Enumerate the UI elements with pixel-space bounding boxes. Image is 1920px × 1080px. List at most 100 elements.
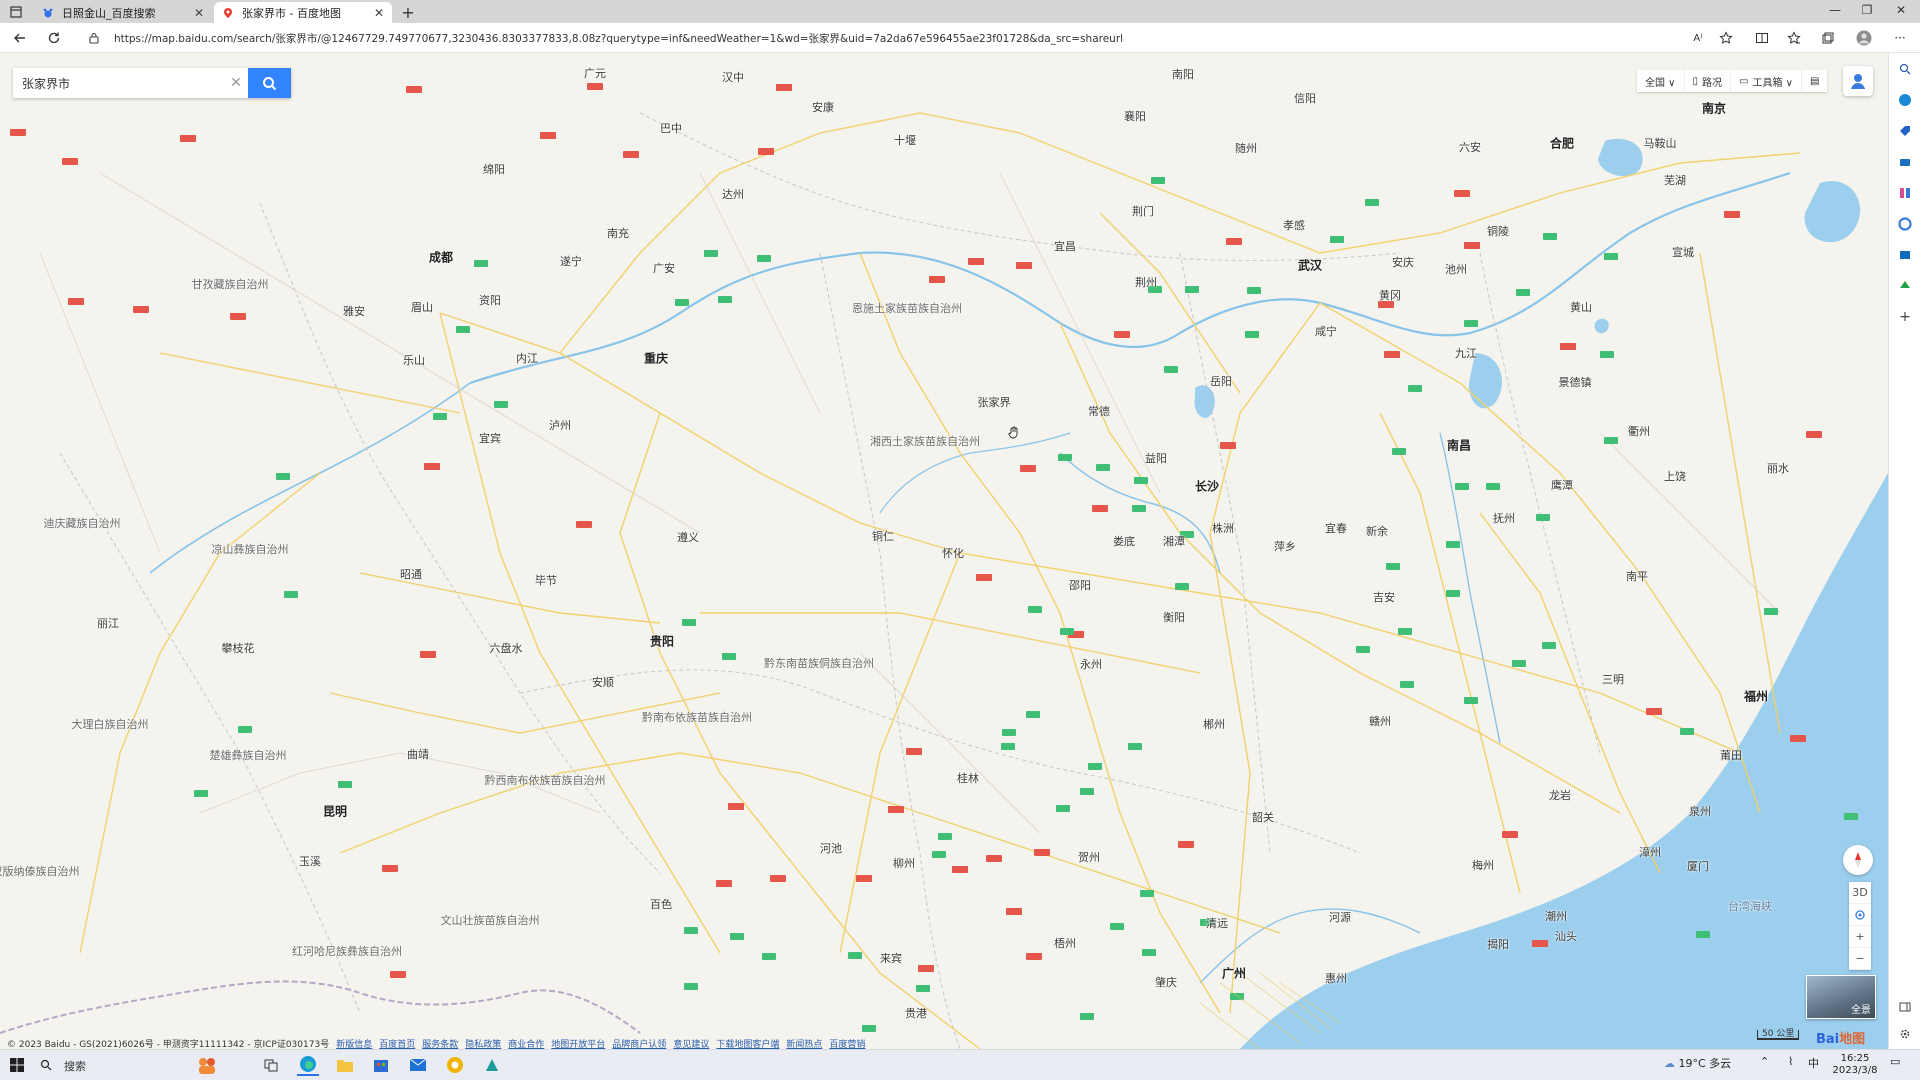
city-label[interactable]: 梅州: [1472, 857, 1494, 873]
city-label[interactable]: 安康: [812, 99, 834, 115]
city-label[interactable]: 永州: [1080, 656, 1102, 672]
search-input[interactable]: 张家界市: [13, 68, 224, 98]
city-label[interactable]: 肇庆: [1155, 974, 1177, 990]
city-label[interactable]: 揭阳: [1487, 936, 1509, 952]
favorite-add-icon[interactable]: [1718, 30, 1734, 46]
city-label[interactable]: 湘潭: [1163, 533, 1185, 549]
city-label[interactable]: 泉州: [1689, 803, 1711, 819]
input-method-indicator[interactable]: 中: [1808, 1055, 1819, 1071]
games-icon[interactable]: [1897, 185, 1913, 201]
city-label[interactable]: 咸宁: [1315, 323, 1337, 339]
user-avatar-icon[interactable]: [1843, 66, 1873, 96]
zoom-out-button[interactable]: −: [1849, 948, 1871, 970]
toolbox-dropdown[interactable]: ▭ 工具箱 ∨: [1731, 70, 1802, 92]
city-label[interactable]: 河源: [1329, 909, 1351, 925]
tab-actions-icon[interactable]: [8, 4, 24, 20]
file-explorer-icon[interactable]: [334, 1054, 356, 1076]
city-label[interactable]: 六盘水: [490, 640, 523, 656]
city-label[interactable]: 南充: [607, 225, 629, 241]
city-label[interactable]: 攀枝花: [222, 640, 255, 656]
region-label[interactable]: 大理白族自治州: [72, 716, 149, 732]
edge-browser-icon[interactable]: [297, 1054, 319, 1076]
city-label[interactable]: 广元: [584, 65, 606, 81]
city-label[interactable]: 武汉: [1298, 257, 1322, 274]
city-label[interactable]: 南平: [1626, 568, 1648, 584]
city-label[interactable]: 成都: [429, 249, 453, 266]
city-label[interactable]: 株洲: [1212, 520, 1234, 536]
city-label[interactable]: 随州: [1235, 140, 1257, 156]
drop-icon[interactable]: [1897, 278, 1913, 294]
footer-link[interactable]: 意见建议: [673, 1037, 709, 1050]
notepad-app-icon[interactable]: [481, 1054, 503, 1076]
add-sidebar-icon[interactable]: +: [1897, 309, 1913, 325]
footer-link[interactable]: 百度营销: [829, 1037, 865, 1050]
city-label[interactable]: 抚州: [1493, 510, 1515, 526]
city-label[interactable]: 梧州: [1054, 935, 1076, 951]
region-label[interactable]: 红河哈尼族彝族自治州: [292, 943, 402, 959]
refresh-icon[interactable]: [45, 29, 63, 47]
city-label[interactable]: 贺州: [1078, 849, 1100, 865]
city-label[interactable]: 玉溪: [299, 853, 321, 869]
city-label[interactable]: 荆门: [1132, 203, 1154, 219]
message-icon[interactable]: ▤: [1802, 70, 1827, 92]
clear-search-icon[interactable]: ✕: [224, 75, 248, 91]
city-label[interactable]: 铜陵: [1487, 223, 1509, 239]
city-label[interactable]: 丽江: [97, 615, 119, 631]
city-label[interactable]: 南阳: [1172, 66, 1194, 82]
city-label[interactable]: 景德镇: [1559, 374, 1592, 390]
city-label[interactable]: 昆明: [323, 803, 347, 820]
region-label[interactable]: 文山壮族苗族自治州: [441, 912, 540, 928]
new-tab-button[interactable]: +: [398, 2, 418, 22]
city-label[interactable]: 邵阳: [1069, 577, 1091, 593]
city-label[interactable]: 宣城: [1672, 244, 1694, 260]
city-label[interactable]: 荆州: [1135, 274, 1157, 290]
city-label[interactable]: 九江: [1455, 345, 1477, 361]
search-highlight-icon[interactable]: [196, 1054, 218, 1076]
region-label[interactable]: 楚雄彝族自治州: [210, 747, 287, 763]
city-label[interactable]: 龙岩: [1549, 787, 1571, 803]
city-label[interactable]: 吉安: [1373, 589, 1395, 605]
city-label[interactable]: 绵阳: [483, 161, 505, 177]
city-label[interactable]: 衢州: [1628, 423, 1650, 439]
city-label[interactable]: 曲靖: [407, 746, 429, 762]
3d-toggle-button[interactable]: 3D: [1849, 882, 1871, 904]
city-label[interactable]: 汕头: [1555, 928, 1577, 944]
city-label[interactable]: 合肥: [1550, 135, 1574, 152]
city-label[interactable]: 资阳: [479, 292, 501, 308]
city-label[interactable]: 张家界: [978, 394, 1011, 410]
city-switch-dropdown[interactable]: 全国 ∨: [1637, 70, 1685, 92]
city-label[interactable]: 汉中: [722, 69, 744, 85]
city-label[interactable]: 柳州: [893, 855, 915, 871]
profile-avatar-icon[interactable]: [1856, 30, 1872, 46]
footer-link[interactable]: 服务条款: [422, 1037, 458, 1050]
footer-link[interactable]: 新闻热点: [786, 1037, 822, 1050]
city-label[interactable]: 萍乡: [1274, 538, 1296, 554]
city-label[interactable]: 昭通: [400, 566, 422, 582]
region-label[interactable]: 迪庆藏族自治州: [44, 515, 121, 531]
region-label[interactable]: 黔东南苗族侗族自治州: [764, 655, 874, 671]
city-label[interactable]: 长沙: [1195, 478, 1219, 495]
traffic-button[interactable]: ▯ 路况: [1685, 70, 1732, 92]
bing-chat-icon[interactable]: [1897, 92, 1913, 108]
city-label[interactable]: 新余: [1366, 523, 1388, 539]
more-menu-icon[interactable]: ···: [1892, 30, 1908, 46]
region-label[interactable]: 西双版纳傣族自治州: [0, 863, 80, 879]
city-label[interactable]: 内江: [516, 350, 538, 366]
region-label[interactable]: 黔西南布依族苗族自治州: [485, 772, 606, 788]
city-label[interactable]: 重庆: [644, 350, 668, 367]
city-label[interactable]: 上饶: [1664, 468, 1686, 484]
restore-icon[interactable]: ❐: [1858, 3, 1876, 17]
city-label[interactable]: 毕节: [535, 572, 557, 588]
city-label[interactable]: 福州: [1744, 688, 1768, 705]
office-icon[interactable]: [1897, 216, 1913, 232]
task-view-icon[interactable]: [260, 1054, 282, 1076]
city-label[interactable]: 衡阳: [1163, 609, 1185, 625]
city-label[interactable]: 怀化: [942, 545, 964, 561]
search-icon[interactable]: [1897, 61, 1913, 77]
city-label[interactable]: 宜昌: [1054, 238, 1076, 254]
city-label[interactable]: 郴州: [1203, 716, 1225, 732]
city-label[interactable]: 贵港: [905, 1005, 927, 1021]
notification-icon[interactable]: ▭: [1890, 1055, 1900, 1068]
city-label[interactable]: 襄阳: [1124, 108, 1146, 124]
favorites-icon[interactable]: [1786, 30, 1802, 46]
